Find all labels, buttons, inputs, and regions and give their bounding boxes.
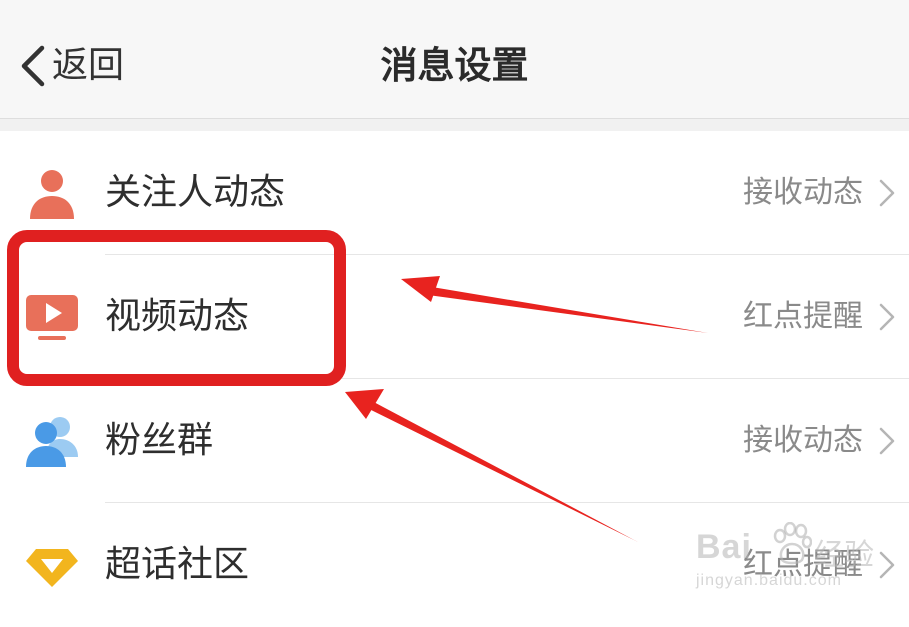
page-title: 消息设置 xyxy=(380,44,529,87)
video-play-icon xyxy=(26,295,78,340)
settings-row-fan-group[interactable]: 粉丝群 接收动态 xyxy=(0,379,909,503)
row-label: 关注人动态 xyxy=(105,172,286,213)
row-value: 红点提醒 xyxy=(743,299,863,334)
person-icon xyxy=(30,170,74,219)
row-label: 超话社区 xyxy=(105,544,250,585)
group-icon xyxy=(26,417,78,467)
navigation-bar: 返回 消息设置 xyxy=(0,0,909,118)
settings-row-video-activity[interactable]: 视频动态 红点提醒 xyxy=(0,255,909,379)
row-value: 红点提醒 xyxy=(743,547,863,582)
chevron-right-icon xyxy=(879,303,895,331)
row-label: 粉丝群 xyxy=(105,420,214,461)
chevron-right-icon xyxy=(879,427,895,455)
settings-row-super-topic[interactable]: 超话社区 红点提醒 xyxy=(0,503,909,627)
settings-row-following-activity[interactable]: 关注人动态 接收动态 xyxy=(0,131,909,255)
row-value: 接收动态 xyxy=(743,175,863,210)
row-value: 接收动态 xyxy=(743,423,863,458)
chevron-right-icon xyxy=(879,551,895,579)
chevron-right-icon xyxy=(879,179,895,207)
row-label: 视频动态 xyxy=(105,296,250,337)
section-gap xyxy=(0,119,909,131)
diamond-icon xyxy=(26,549,78,587)
